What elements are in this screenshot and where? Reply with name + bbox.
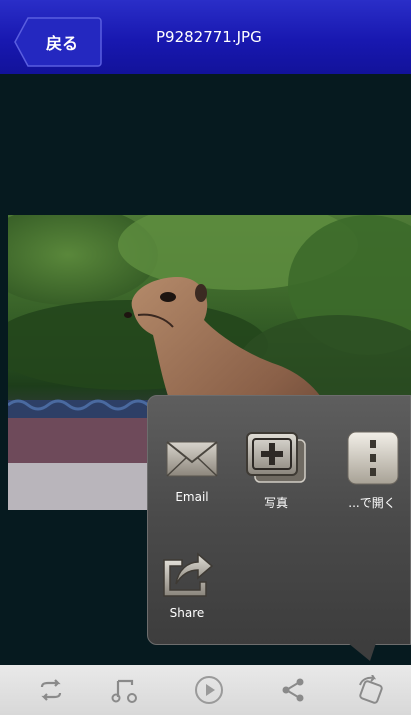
email-option-label: Email xyxy=(175,490,209,504)
add-photo-option[interactable]: 写真 xyxy=(240,430,312,511)
rotate-icon[interactable] xyxy=(354,675,388,705)
envelope-icon xyxy=(166,441,218,477)
music-note-icon[interactable] xyxy=(110,675,140,705)
share-option[interactable]: Share xyxy=(154,546,220,620)
back-button[interactable]: 戻る xyxy=(14,17,102,67)
repeat-icon[interactable] xyxy=(36,675,66,705)
open-with-icon xyxy=(347,431,399,485)
open-with-option-label: ...で開く xyxy=(348,496,396,510)
bottom-toolbar xyxy=(0,665,411,715)
share-popup: Email 写真 ...で開く Share xyxy=(147,395,411,645)
title-bar: 戻る P9282771.JPG xyxy=(0,0,411,74)
share-arrow-icon xyxy=(163,552,214,597)
email-option[interactable]: Email xyxy=(156,434,228,504)
share-option-label: Share xyxy=(169,606,205,620)
add-photo-icon xyxy=(246,432,306,483)
popup-pointer xyxy=(348,643,376,661)
share-icon[interactable] xyxy=(278,675,308,705)
add-photo-option-label: 写真 xyxy=(263,496,288,510)
file-title: P9282771.JPG xyxy=(156,28,262,46)
open-with-option[interactable]: ...で開く xyxy=(332,430,411,511)
play-icon[interactable] xyxy=(194,675,224,705)
back-button-label: 戻る xyxy=(45,34,78,53)
